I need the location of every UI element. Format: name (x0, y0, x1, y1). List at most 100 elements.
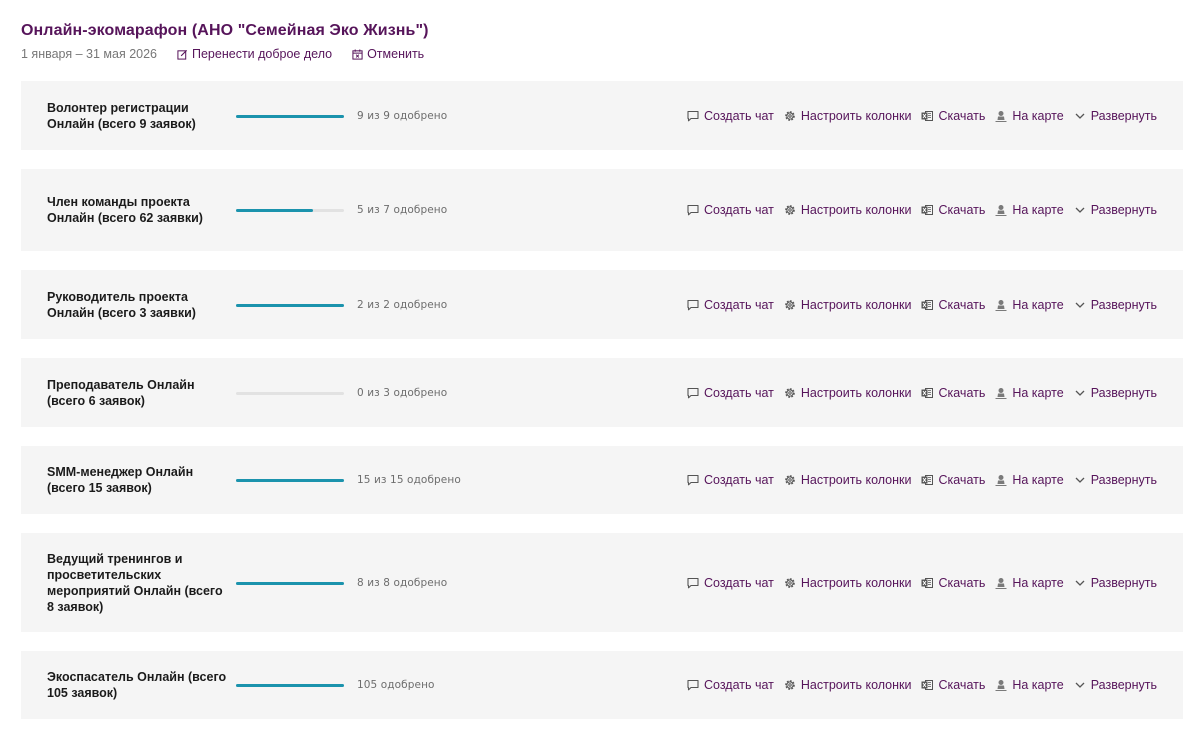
download-label: Скачать (938, 108, 986, 123)
chevron-down-icon (1075, 477, 1085, 483)
chat-icon (687, 577, 699, 588)
approval-progress-bar (236, 479, 344, 482)
chat-icon (687, 679, 699, 691)
excel-icon (921, 577, 934, 588)
approval-status: 105 одобрено (357, 679, 435, 691)
role-row: Руководитель проекта Онлайн (всего 3 зая… (21, 270, 1183, 339)
approval-status: 5 из 7 одобрено (357, 204, 448, 216)
map-person-icon (995, 299, 1007, 311)
excel-icon (921, 110, 934, 121)
excel-icon (921, 387, 934, 398)
create-chat-label: Создать чат (704, 108, 774, 123)
event-meta: 1 января – 31 мая 2026 Перенести доброе … (21, 45, 1180, 63)
configure-columns-button[interactable]: Настроить колонки (784, 678, 912, 692)
approval-status: 9 из 9 одобрено (357, 109, 448, 122)
configure-columns-button[interactable]: Настроить колонки (784, 297, 912, 312)
create-chat-button[interactable]: Создать чат (687, 109, 774, 123)
configure-columns-button[interactable]: Настроить колонки (784, 575, 912, 590)
map-person-icon (995, 110, 1007, 122)
expand-button[interactable]: Развернуть (1074, 109, 1157, 123)
role-name: Ведущий тренингов и просветительских мер… (47, 551, 223, 614)
download-button[interactable]: Скачать (921, 576, 985, 590)
approval-status: 0 из 3 одобрено (357, 386, 448, 399)
create-chat-button[interactable]: Создать чат (687, 473, 774, 487)
on-map-label: На карте (1012, 297, 1064, 312)
configure-columns-button[interactable]: Настроить колонки (784, 109, 911, 123)
chevron-down-icon (1075, 113, 1085, 119)
expand-button[interactable]: Развернуть (1074, 678, 1157, 692)
role-name: Руководитель проекта Онлайн (всего 3 зая… (47, 289, 196, 320)
configure-columns-button[interactable]: Настроить колонки (784, 473, 911, 487)
configure-columns-button[interactable]: Настроить колонки (784, 385, 912, 400)
expand-button[interactable]: Развернуть (1074, 473, 1157, 487)
create-chat-label: Создать чат (704, 385, 774, 400)
download-label: Скачать (938, 385, 986, 400)
configure-columns-label: Настроить колонки (800, 678, 912, 692)
chat-icon (687, 299, 699, 310)
on-map-button[interactable]: На карте (995, 203, 1064, 217)
map-person-icon (995, 387, 1007, 399)
approval-status: 8 из 8 одобрено (357, 576, 448, 589)
download-button[interactable]: Скачать (921, 386, 985, 400)
gear-icon (785, 299, 795, 310)
transfer-button[interactable]: Перенести доброе дело (177, 47, 332, 61)
expand-label: Развернуть (1090, 297, 1157, 312)
download-label: Скачать (938, 203, 986, 217)
expand-button[interactable]: Развернуть (1074, 203, 1157, 217)
download-label: Скачать (938, 678, 986, 692)
role-name: Член команды проекта Онлайн (всего 62 за… (47, 195, 203, 225)
on-map-button[interactable]: На карте (995, 678, 1064, 692)
chat-icon (687, 110, 699, 121)
download-button[interactable]: Скачать (921, 678, 985, 692)
download-button[interactable]: Скачать (921, 298, 985, 312)
gear-icon (785, 387, 795, 398)
approval-progress-fill (236, 479, 344, 482)
create-chat-label: Создать чат (704, 575, 774, 590)
configure-columns-label: Настроить колонки (800, 575, 912, 590)
on-map-button[interactable]: На карте (995, 386, 1064, 400)
row-actions: Создать чат Настроить колонки Скачать На… (677, 298, 1157, 312)
on-map-label: На карте (1012, 108, 1064, 123)
chevron-down-icon (1075, 682, 1085, 688)
create-chat-button[interactable]: Создать чат (687, 678, 774, 692)
configure-columns-label: Настроить колонки (800, 385, 912, 400)
gear-icon (785, 110, 795, 121)
download-label: Скачать (938, 297, 986, 312)
expand-button[interactable]: Развернуть (1074, 298, 1157, 312)
on-map-label: На карте (1012, 678, 1064, 692)
cancel-button[interactable]: Отменить (352, 47, 424, 61)
excel-icon (921, 205, 934, 215)
configure-columns-button[interactable]: Настроить колонки (784, 203, 911, 217)
chevron-down-icon (1075, 390, 1085, 396)
create-chat-button[interactable]: Создать чат (687, 386, 774, 400)
on-map-button[interactable]: На карте (995, 473, 1064, 487)
roles-list: Волонтер регистрации Онлайн (всего 9 зая… (21, 81, 1183, 738)
approval-progress-bar (236, 581, 344, 585)
approval-progress-fill (236, 581, 344, 585)
on-map-button[interactable]: На карте (995, 576, 1064, 590)
page-title: Онлайн-экомарафон (АНО "Семейная Эко Жиз… (21, 22, 429, 39)
create-chat-button[interactable]: Создать чат (687, 576, 774, 590)
role-name: Экоспасатель Онлайн (всего 105 заявок) (47, 670, 227, 700)
create-chat-button[interactable]: Создать чат (687, 203, 774, 217)
row-actions: Создать чат Настроить колонки Скачать На… (677, 386, 1157, 400)
create-chat-label: Создать чат (704, 297, 774, 312)
approval-progress-bar (236, 391, 344, 395)
expand-button[interactable]: Развернуть (1074, 386, 1157, 400)
excel-icon (921, 475, 934, 485)
role-name: Преподаватель Онлайн (всего 6 заявок) (47, 377, 195, 408)
configure-columns-label: Настроить колонки (800, 297, 912, 312)
on-map-button[interactable]: На карте (995, 297, 1064, 312)
download-button[interactable]: Скачать (921, 203, 985, 217)
approval-status: 15 из 15 одобрено (357, 474, 461, 486)
map-person-icon (995, 475, 1007, 486)
create-chat-button[interactable]: Создать чат (687, 298, 774, 312)
download-button[interactable]: Скачать (921, 109, 985, 123)
on-map-button[interactable]: На карте (995, 108, 1064, 123)
approval-progress-fill (236, 209, 314, 212)
excel-icon (921, 299, 934, 310)
download-button[interactable]: Скачать (921, 473, 985, 487)
event-header: Онлайн-экомарафон (АНО "Семейная Эко Жиз… (21, 20, 1180, 63)
create-chat-label: Создать чат (704, 678, 774, 692)
expand-button[interactable]: Развернуть (1074, 576, 1157, 590)
